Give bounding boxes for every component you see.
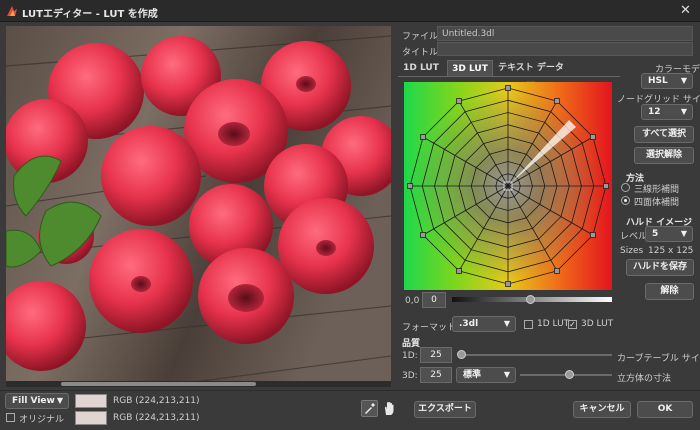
quality-1d-knob[interactable] — [457, 350, 466, 359]
quality-preset-select[interactable]: 標準 ▼ — [456, 367, 516, 383]
chevron-down-icon: ▼ — [680, 76, 687, 85]
sizes-label: Sizes — [620, 246, 644, 256]
export-button[interactable]: エクスポート — [414, 401, 476, 418]
title-input[interactable] — [437, 42, 693, 56]
lut-grid-node[interactable] — [603, 183, 609, 189]
checkbox-1d-lut-label: 1D LUT — [537, 319, 570, 329]
quality-1d-input[interactable]: 25 — [420, 347, 452, 363]
title-bar: LUTエディター - LUT を作成 ✕ — [0, 0, 700, 22]
level-label: レベル — [620, 232, 648, 242]
level-select[interactable]: 5 ▼ — [645, 226, 693, 242]
chevron-down-icon: ▼ — [503, 370, 510, 379]
lut-color-grid[interactable] — [404, 82, 612, 290]
lut-wheel-svg[interactable] — [404, 82, 612, 290]
lut-grid-node[interactable] — [420, 232, 427, 238]
format-label: フォーマット — [402, 323, 457, 333]
lut-grid-node[interactable] — [407, 183, 413, 189]
grid-size-value: 12 — [648, 107, 661, 117]
color-swatch-original — [75, 411, 107, 425]
grid-size-select[interactable]: 12 ▼ — [641, 104, 693, 120]
rgb-readout-original: RGB (224,213,211) — [113, 413, 200, 423]
quality-label: 品質 — [402, 339, 421, 349]
lut-grid-node[interactable] — [554, 98, 560, 105]
app-logo-icon — [7, 6, 17, 16]
lut-grid-node[interactable] — [456, 98, 462, 105]
lut-grid-node[interactable] — [589, 232, 596, 238]
select-all-button[interactable]: すべて選択 — [634, 126, 694, 143]
deselect-button[interactable]: 選択解除 — [634, 147, 694, 164]
save-hald-button[interactable]: ハルドを保存 — [626, 259, 694, 276]
color-model-value: HSL — [648, 76, 668, 86]
value-slider-knob[interactable] — [526, 295, 535, 304]
checkbox-1d-lut[interactable] — [524, 320, 533, 329]
raspberries-photo — [6, 26, 391, 387]
format-select[interactable]: .3dl ▼ — [452, 316, 516, 332]
lut-grid-node[interactable] — [554, 267, 560, 274]
format-value: .3dl — [459, 319, 479, 329]
filename-input[interactable]: Untitled.3dl — [437, 26, 693, 41]
close-icon[interactable]: ✕ — [680, 3, 691, 18]
original-label: オリジナル — [19, 415, 65, 425]
value-readout-label: 0,0 — [405, 296, 420, 306]
sizes-value: 125 x 125 — [648, 246, 694, 256]
chevron-down-icon: ▼ — [503, 319, 510, 328]
quality-1d-desc: カーブテーブル サイズ — [617, 354, 700, 364]
color-model-select[interactable]: HSL ▼ — [641, 73, 693, 89]
lut-grid-node[interactable] — [505, 281, 511, 287]
quality-1d-track[interactable] — [460, 354, 612, 356]
rgb-readout-current: RGB (224,213,211) — [113, 396, 200, 406]
radio-trilinear[interactable] — [621, 183, 630, 192]
chevron-down-icon: ▼ — [680, 107, 687, 116]
quality-3d-knob[interactable] — [565, 370, 574, 379]
chevron-down-icon: ▼ — [56, 396, 63, 405]
tab-1d-lut[interactable]: 1D LUT — [400, 60, 442, 76]
checkbox-3d-lut[interactable]: ✓ — [568, 320, 577, 329]
quality-3d-desc: 立方体の寸法 — [617, 374, 672, 384]
window-title: LUTエディター - LUT を作成 — [22, 9, 158, 20]
tab-divider — [398, 76, 620, 77]
original-checkbox[interactable] — [6, 413, 15, 422]
lut-grid-node[interactable] — [420, 134, 427, 140]
quality-3d-input[interactable]: 25 — [420, 367, 452, 383]
radio-tetrahedral[interactable] — [621, 196, 630, 205]
tab-3d-lut[interactable]: 3D LUT — [447, 60, 493, 76]
quality-3d-label: 3D: — [402, 371, 418, 381]
image-horizontal-scrollbar[interactable] — [6, 381, 391, 387]
lut-grid-node[interactable] — [589, 134, 596, 140]
eyedropper-icon[interactable] — [361, 400, 378, 417]
bottom-divider — [0, 390, 700, 391]
tab-text-data[interactable]: テキスト データー — [497, 60, 565, 89]
quality-1d-label: 1D: — [402, 351, 418, 361]
level-value: 5 — [652, 229, 659, 239]
value-input[interactable]: 0 — [422, 292, 446, 308]
quality-preset-value: 標準 — [463, 370, 482, 380]
view-mode-value: Fill View — [12, 396, 55, 406]
ok-button[interactable]: OK — [637, 401, 693, 418]
image-preview[interactable] — [6, 26, 391, 387]
lut-grid-node[interactable] — [456, 267, 462, 274]
lut-grid-node[interactable] — [505, 85, 511, 91]
view-mode-select[interactable]: Fill View ▼ — [5, 393, 69, 409]
checkbox-3d-lut-label: 3D LUT — [581, 319, 614, 329]
color-swatch-current — [75, 394, 107, 408]
title-label: タイトル — [402, 48, 439, 58]
hand-tool-icon[interactable] — [381, 400, 398, 417]
cancel-button[interactable]: キャンセル — [573, 401, 631, 418]
chevron-down-icon: ▼ — [680, 229, 687, 238]
release-button[interactable]: 解除 — [645, 283, 694, 300]
radio-trilinear-label: 三線形補間 — [634, 185, 680, 195]
scrollbar-thumb[interactable] — [61, 382, 256, 386]
radio-tetrahedral-label: 四面体補間 — [634, 198, 680, 208]
